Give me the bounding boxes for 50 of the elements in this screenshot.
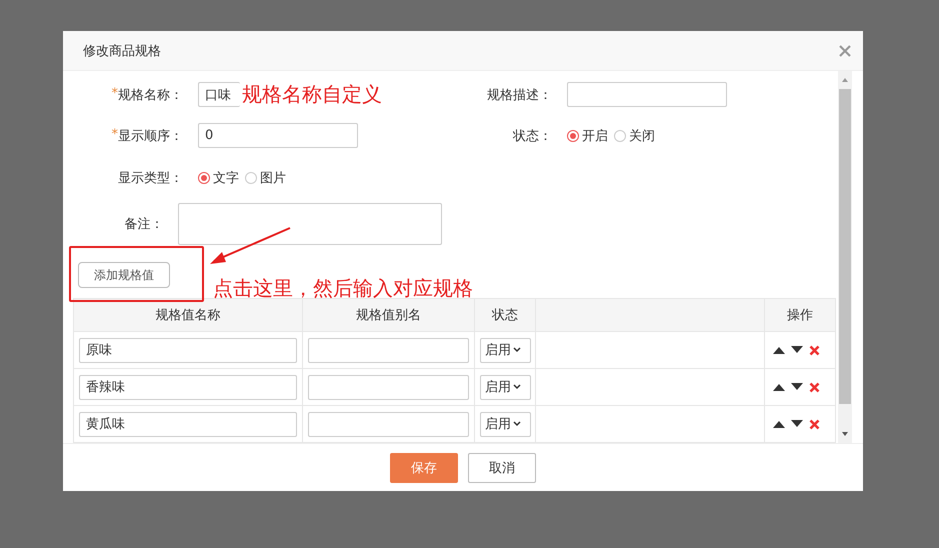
input-field[interactable]: 原味 bbox=[79, 338, 297, 362]
column-header: 规格值名称 bbox=[74, 298, 302, 332]
input-field[interactable] bbox=[567, 82, 727, 107]
radio-label: 开启 bbox=[582, 128, 608, 144]
move-up-icon[interactable] bbox=[773, 420, 785, 428]
close-icon[interactable] bbox=[839, 44, 851, 56]
textarea-field[interactable] bbox=[178, 203, 442, 245]
field-label: 显示类型： bbox=[118, 170, 183, 186]
field-label: 规格描述： bbox=[487, 86, 552, 104]
column-header: 操作 bbox=[764, 298, 836, 332]
status-select[interactable]: 启用 bbox=[480, 338, 531, 362]
radio-button[interactable] bbox=[198, 172, 210, 184]
delete-icon[interactable] bbox=[809, 418, 820, 430]
chevron-icon bbox=[513, 347, 521, 353]
chevron-icon bbox=[513, 384, 521, 390]
input-field[interactable] bbox=[308, 338, 469, 362]
status-select[interactable]: 启用 bbox=[480, 374, 531, 400]
radio-label: 图片 bbox=[260, 170, 286, 186]
field-label: 显示顺序： bbox=[118, 128, 183, 144]
input-field[interactable]: 黄瓜味 bbox=[79, 412, 297, 436]
move-down-icon[interactable] bbox=[791, 346, 803, 354]
required-mark: * bbox=[112, 86, 118, 102]
radio-button[interactable] bbox=[614, 130, 626, 142]
dialog-title: 修改商品规格 bbox=[83, 42, 161, 60]
field-label: 备注： bbox=[124, 216, 164, 233]
move-down-icon[interactable] bbox=[791, 383, 803, 391]
input-field[interactable]: 口味 bbox=[198, 82, 240, 107]
radio-label: 文字 bbox=[213, 170, 239, 186]
input-field[interactable] bbox=[308, 374, 469, 400]
delete-icon[interactable] bbox=[809, 344, 820, 356]
input-field[interactable]: 0 bbox=[198, 123, 358, 148]
column-header: 状态 bbox=[474, 298, 536, 332]
move-up-icon[interactable] bbox=[773, 383, 785, 391]
move-down-icon[interactable] bbox=[791, 420, 803, 428]
status-select[interactable]: 启用 bbox=[480, 412, 531, 436]
annotation-text: 规格名称自定义 bbox=[242, 81, 382, 108]
delete-icon[interactable] bbox=[809, 382, 820, 392]
chevron-icon bbox=[513, 421, 521, 427]
column-header: 规格值别名 bbox=[302, 298, 474, 332]
radio-button[interactable] bbox=[245, 172, 257, 184]
move-up-icon[interactable] bbox=[773, 346, 785, 354]
input-field[interactable] bbox=[308, 412, 469, 436]
field-label: 状态： bbox=[513, 128, 552, 144]
radio-label: 关闭 bbox=[629, 128, 655, 144]
cancel-button[interactable]: 取消 bbox=[468, 452, 536, 482]
radio-button[interactable] bbox=[567, 130, 579, 142]
required-mark: * bbox=[112, 126, 118, 144]
add-button[interactable]: 添加规格值 bbox=[78, 262, 170, 288]
input-field[interactable]: 香辣味 bbox=[79, 374, 297, 400]
field-label: 规格名称： bbox=[118, 86, 183, 104]
